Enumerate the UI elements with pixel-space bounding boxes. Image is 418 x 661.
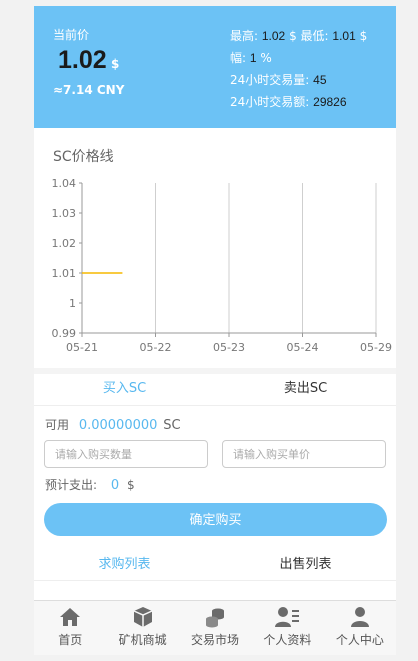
box-icon [133,607,152,627]
range-value: 1 [249,51,257,65]
price-unit: $ [111,57,120,71]
order-list-tabs: 求购列表 出售列表 [34,551,396,581]
low-unit: $ [359,29,368,43]
estimated-cost: 预计支出: 0 $ [45,476,135,493]
current-price-label: 当前价 [53,28,90,42]
price-header: 当前价 1.02 $ ≈7.14 CNY 最高: 1.02 $ 最低: 1.01… [34,6,396,128]
x-tick-label: 05-24 [287,341,319,354]
market-stats: 最高: 1.02 $ 最低: 1.01 $ 幅: 1 % 24小时交易量: 45… [230,25,367,113]
trade-tabs: 买入SC 卖出SC [34,374,396,406]
estimate-label: 预计支出: [45,478,98,492]
volume-row: 24小时交易量: 45 [230,69,367,91]
unit-price-input[interactable] [222,440,386,468]
user-icon [350,607,369,627]
x-tick-label: 05-21 [66,341,98,354]
high-value: 1.02 [261,29,286,43]
confirm-buy-button[interactable]: 确定购买 [44,503,387,536]
y-tick-label: 1.01 [52,267,77,280]
coins-icon [206,608,225,628]
nav-home-label: 首页 [58,633,83,647]
home-icon [60,608,81,626]
quantity-input[interactable] [44,440,208,468]
price-chart: SC价格线 1.04 1.03 1.02 1.01 1 0.99 05-21 05-22 05-… [34,128,396,368]
app-screen: 当前价 1.02 $ ≈7.14 CNY 最高: 1.02 $ 最低: 1.01… [34,6,396,655]
volume-value: 45 [313,73,327,87]
amount-row: 24小时交易额: 29826 [230,91,367,113]
tab-buy[interactable]: 买入SC [34,374,215,405]
nav-market[interactable]: 交易市场 [179,601,251,655]
high-low-row: 最高: 1.02 $ 最低: 1.01 $ [230,25,367,47]
nav-mall[interactable]: 矿机商城 [106,601,178,655]
tab-sell[interactable]: 卖出SC [215,374,396,405]
x-tick-label: 05-22 [140,341,172,354]
tab-buy-list[interactable]: 求购列表 [34,551,215,580]
range-unit: % [260,51,272,65]
range-label: 幅: [230,51,247,65]
low-value: 1.01 [332,29,356,43]
estimate-value: 0 [110,478,120,493]
nav-home[interactable]: 首页 [34,601,106,655]
high-label: 最高: [230,29,259,43]
y-tick-label: 1.04 [52,177,77,190]
high-unit: $ [289,29,297,43]
available-unit: SC [163,418,181,433]
volume-label: 24小时交易量: [230,73,310,87]
available-value: 0.00000000 [78,418,158,433]
nav-market-label: 交易市场 [191,633,240,647]
y-tick-label: 0.99 [52,327,77,340]
bottom-nav: 首页 矿机商城 交易市场 个人资料 个人中心 [34,600,396,655]
nav-user-center-label: 个人中心 [335,633,384,647]
nav-mall-label: 矿机商城 [118,633,167,647]
y-tick-label: 1.02 [52,237,77,250]
y-tick-label: 1 [69,297,76,310]
estimate-unit: $ [126,478,135,492]
cny-price: ≈7.14 CNY [53,83,125,97]
x-tick-label: 05-29 [360,341,392,354]
low-label: 最低: [300,29,329,43]
profile-icon [275,607,300,627]
nav-user-center[interactable]: 个人中心 [324,601,396,655]
amount-label: 24小时交易额: [230,95,310,109]
tab-sell-list[interactable]: 出售列表 [215,551,396,580]
x-tick-label: 05-23 [213,341,245,354]
current-price: 1.02 [58,46,107,74]
available-balance: 可用 0.00000000 SC [45,416,181,433]
nav-profile-label: 个人资料 [263,633,312,647]
price-chart-svg: 1.04 1.03 1.02 1.01 1 0.9905-21 05-22 05-23 05-2… [52,177,392,354]
range-row: 幅: 1 % [230,47,367,69]
amount-value: 29826 [313,95,347,109]
nav-profile[interactable]: 个人资料 [251,601,323,655]
available-label: 可用 [45,418,70,432]
y-tick-label: 1.03 [52,207,77,220]
